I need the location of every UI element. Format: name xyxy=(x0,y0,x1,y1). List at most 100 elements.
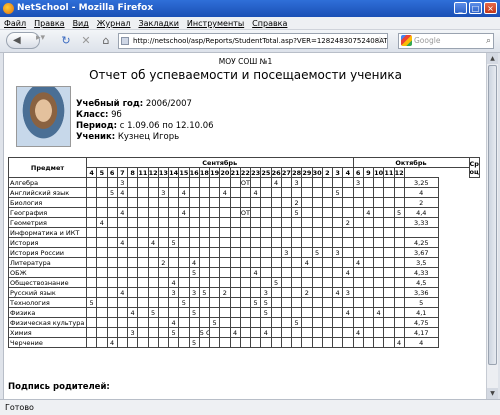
grade-cell xyxy=(290,307,303,318)
grade-cell xyxy=(311,227,323,238)
menu-tools[interactable]: Инструменты xyxy=(187,17,244,29)
grade-cell xyxy=(116,317,129,328)
scroll-thumb[interactable] xyxy=(488,65,497,365)
grade-cell xyxy=(229,317,241,328)
average-cell: 4,33 xyxy=(403,267,439,278)
grade-cell: 4 xyxy=(331,287,344,298)
scroll-down-icon[interactable]: ▼ xyxy=(487,388,498,399)
grade-cell xyxy=(147,267,159,278)
reload-icon[interactable]: ↻ xyxy=(58,33,74,49)
grade-cell xyxy=(321,287,334,298)
grade-cell xyxy=(106,327,118,338)
grade-cell xyxy=(147,317,159,328)
grade-cell xyxy=(270,337,282,348)
grade-cell xyxy=(178,307,190,318)
menu-help[interactable]: Справка xyxy=(252,17,287,29)
grade-cell xyxy=(280,327,293,338)
scroll-up-icon[interactable]: ▲ xyxy=(487,53,498,64)
grade-cell xyxy=(116,277,129,288)
grade-cell xyxy=(96,317,108,328)
grade-cell xyxy=(85,217,98,228)
grade-cell: 3 xyxy=(157,187,170,198)
grade-cell: 5 xyxy=(393,207,405,218)
back-button[interactable]: ◀ xyxy=(6,32,40,49)
grade-cell xyxy=(352,227,364,238)
grade-cell xyxy=(383,317,395,328)
table-row: Биология 2 2 xyxy=(8,197,480,208)
url-bar[interactable]: http://netschool/asp/Reports/StudentTota… xyxy=(118,33,388,49)
grade-cell xyxy=(208,177,221,188)
day-header: 4 xyxy=(85,167,98,178)
minimize-button[interactable]: _ xyxy=(454,2,467,14)
search-icon[interactable]: ⌕ xyxy=(486,34,491,48)
grade-cell xyxy=(208,197,221,208)
grade-cell xyxy=(106,277,118,288)
menu-edit[interactable]: Правка xyxy=(34,17,64,29)
grade-cell xyxy=(372,267,385,278)
grade-cell xyxy=(362,317,375,328)
grade-cell: 4 xyxy=(116,237,129,248)
grade-cell xyxy=(249,257,262,268)
grade-cell xyxy=(290,237,303,248)
home-icon[interactable]: ⌂ xyxy=(98,33,114,49)
grade-cell xyxy=(178,177,190,188)
menu-bookmarks[interactable]: Закладки xyxy=(138,17,178,29)
grade-cell xyxy=(362,257,375,268)
grade-cell: 4 xyxy=(219,187,231,198)
grade-cell xyxy=(321,257,334,268)
grade-cell: 4 xyxy=(178,187,190,198)
menu-history[interactable]: Журнал xyxy=(97,17,131,29)
grade-cell xyxy=(198,257,211,268)
grade-cell xyxy=(85,287,98,298)
grade-cell xyxy=(106,227,118,238)
stop-icon[interactable]: ✕ xyxy=(78,33,94,49)
grade-cell xyxy=(311,317,323,328)
grade-cell xyxy=(280,267,293,278)
grade-cell xyxy=(249,247,262,258)
day-header: 30 xyxy=(311,167,323,178)
search-input[interactable]: Google ⌕ xyxy=(398,33,494,49)
maximize-button[interactable]: □ xyxy=(469,2,482,14)
grade-cell xyxy=(188,197,200,208)
grade-cell xyxy=(137,177,149,188)
status-text: Готово xyxy=(5,403,34,412)
grade-cell xyxy=(331,227,344,238)
grade-cell xyxy=(229,217,241,228)
grade-cell xyxy=(260,177,272,188)
grade-cell xyxy=(106,297,118,308)
grade-cell xyxy=(280,227,293,238)
grade-cell xyxy=(249,337,262,348)
table-row: Литература 2 4 4 4 3,5 xyxy=(8,257,480,268)
grade-cell xyxy=(137,197,149,208)
menu-file[interactable]: Файл xyxy=(4,17,26,29)
grade-cell xyxy=(126,267,139,278)
table-row: Химия 3 5 5 ОП 4 4 4 4,17 xyxy=(8,327,480,338)
grade-cell xyxy=(147,287,159,298)
grade-cell: 4 xyxy=(372,307,385,318)
grade-cell xyxy=(167,297,180,308)
vertical-scrollbar[interactable]: ▲ ▼ xyxy=(486,53,498,399)
grade-cell xyxy=(290,337,303,348)
grade-cell xyxy=(229,307,241,318)
day-header: 13 xyxy=(157,167,170,178)
grade-cell xyxy=(249,287,262,298)
day-header: 9 xyxy=(362,167,375,178)
forward-button[interactable]: ▸▾ xyxy=(36,33,45,43)
grade-cell xyxy=(270,317,282,328)
grade-cell xyxy=(188,177,200,188)
menu-view[interactable]: Вид xyxy=(73,17,89,29)
grade-cell xyxy=(147,277,159,288)
grade-cell xyxy=(239,197,252,208)
year-label: Учебный год: xyxy=(76,99,144,109)
grade-cell xyxy=(126,287,139,298)
bookmark-star-icon[interactable]: ☆ xyxy=(376,34,384,48)
grades-table: ПредметСентябрьОктябрьСредняя оценка4567… xyxy=(8,157,480,348)
grade-cell xyxy=(249,197,262,208)
grade-cell xyxy=(85,227,98,238)
grade-cell xyxy=(372,237,385,248)
grade-cell xyxy=(362,297,375,308)
close-button[interactable]: × xyxy=(484,2,497,14)
grade-cell xyxy=(280,207,293,218)
grade-cell xyxy=(85,267,98,278)
window-titlebar: NetSchool - Mozilla Firefox _ □ × xyxy=(0,0,500,17)
